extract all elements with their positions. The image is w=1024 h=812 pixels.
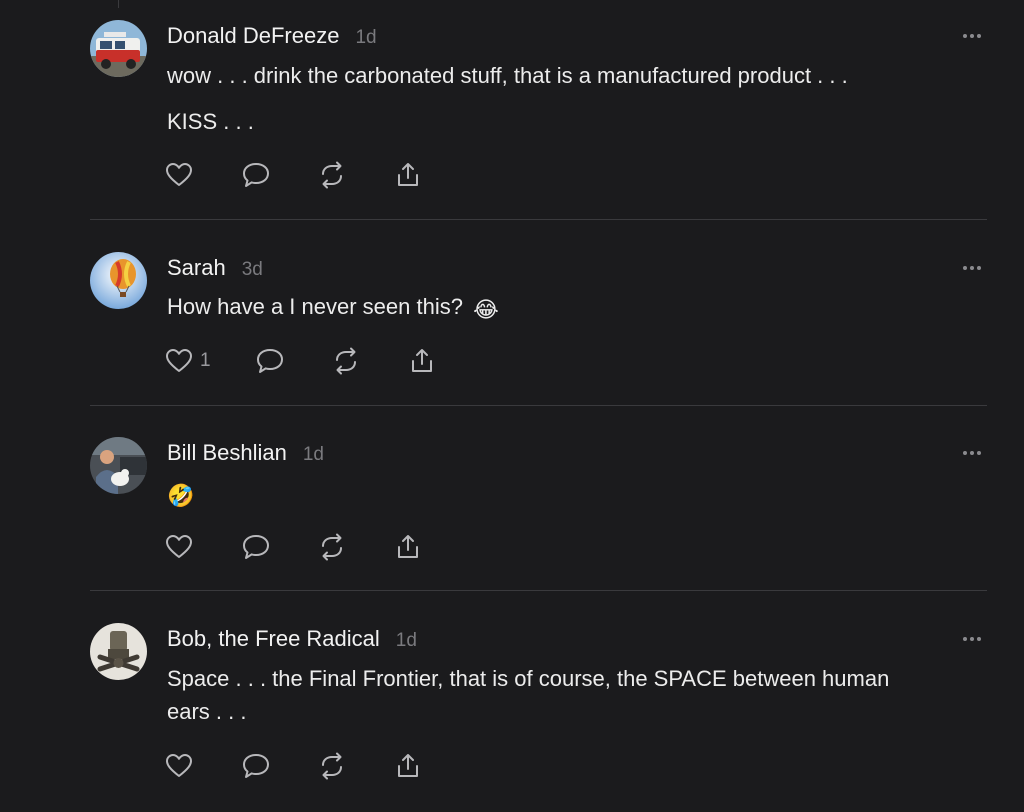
comment-body: 🤣: [167, 476, 984, 512]
share-button[interactable]: [393, 751, 423, 781]
restack-icon: [322, 752, 342, 780]
comment-line: wow . . . drink the carbonated stuff, th…: [167, 63, 848, 88]
timestamp[interactable]: 1d: [396, 630, 417, 652]
comment-body: How have a I never seen this? 😂: [167, 290, 984, 326]
avatar[interactable]: [90, 20, 147, 77]
speech-bubble-icon: [243, 163, 269, 187]
author-name[interactable]: Bill Beshlian: [167, 440, 287, 466]
timestamp[interactable]: 3d: [242, 259, 263, 281]
restack-button[interactable]: [331, 346, 361, 376]
timestamp[interactable]: 1d: [303, 444, 324, 466]
rolling-laughing-emoji: 🤣: [167, 483, 195, 508]
author-name[interactable]: Sarah: [167, 255, 226, 281]
more-dots-icon[interactable]: [960, 263, 984, 273]
more-dots-icon[interactable]: [960, 448, 984, 458]
author-name[interactable]: Bob, the Free Radical: [167, 626, 380, 652]
comment-line: ears . . .: [167, 699, 247, 724]
heart-icon: [166, 349, 192, 372]
avatar[interactable]: [90, 252, 147, 309]
avatar[interactable]: [90, 437, 147, 494]
reply-button[interactable]: [255, 346, 285, 376]
divider: [90, 590, 987, 591]
comment-header: Donald DeFreeze 1d: [167, 23, 377, 49]
like-button[interactable]: [164, 160, 200, 190]
like-button[interactable]: [164, 532, 200, 562]
restack-button[interactable]: [317, 532, 347, 562]
like-count: 1: [200, 350, 211, 371]
comment-body: wow . . . drink the carbonated stuff, th…: [167, 59, 984, 138]
divider: [90, 219, 987, 220]
speech-bubble-icon: [243, 754, 269, 778]
tears-of-joy-emoji: 😂: [473, 297, 499, 322]
restack-icon: [336, 347, 356, 375]
comment-header: Bill Beshlian 1d: [167, 440, 324, 466]
reply-button[interactable]: [241, 532, 271, 562]
heart-icon: [166, 163, 192, 186]
heart-icon: [166, 754, 192, 777]
share-button[interactable]: [407, 346, 437, 376]
timestamp[interactable]: 1d: [355, 27, 376, 49]
speech-bubble-icon: [243, 535, 269, 559]
like-button[interactable]: [164, 751, 200, 781]
heart-icon: [166, 535, 192, 558]
restack-button[interactable]: [317, 751, 347, 781]
share-icon: [398, 535, 418, 558]
author-name[interactable]: Donald DeFreeze: [167, 23, 339, 49]
comment-line: KISS . . .: [167, 109, 254, 134]
more-dots-icon[interactable]: [960, 31, 984, 41]
share-icon: [398, 754, 418, 777]
comment-body: Space . . . the Final Frontier, that is …: [167, 662, 984, 728]
share-button[interactable]: [393, 532, 423, 562]
comment-header: Sarah 3d: [167, 255, 263, 281]
speech-bubble-icon: [257, 349, 283, 373]
divider: [90, 405, 987, 406]
restack-button[interactable]: [317, 160, 347, 190]
reply-button[interactable]: [241, 160, 271, 190]
thread-line: [118, 0, 119, 8]
reply-button[interactable]: [241, 751, 271, 781]
share-icon: [412, 349, 432, 372]
like-button[interactable]: 1: [164, 346, 211, 376]
comment-header: Bob, the Free Radical 1d: [167, 626, 417, 652]
share-button[interactable]: [393, 160, 423, 190]
avatar[interactable]: [90, 623, 147, 680]
restack-icon: [322, 161, 342, 189]
more-dots-icon[interactable]: [960, 634, 984, 644]
restack-icon: [322, 533, 342, 561]
comment-line: How have a I never seen this?: [167, 294, 463, 319]
share-icon: [398, 163, 418, 186]
comment-line: Space . . . the Final Frontier, that is …: [167, 666, 890, 691]
